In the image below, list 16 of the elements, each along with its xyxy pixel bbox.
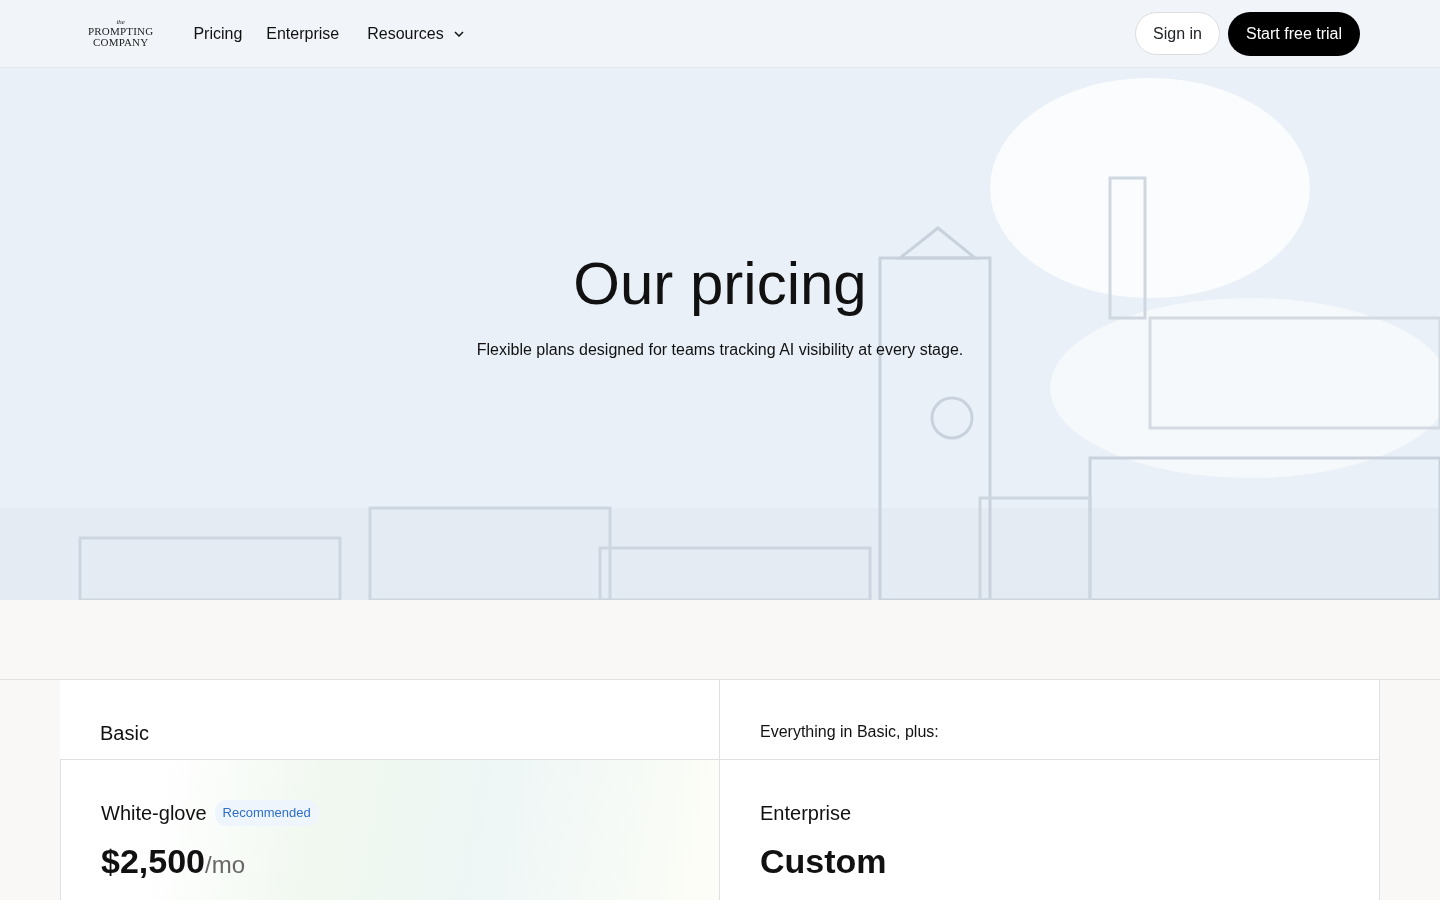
chevron-down-icon[interactable] — [453, 30, 464, 37]
nav-link[interactable]: Enterprise — [266, 21, 340, 46]
subtitle: Flexible plans designed for teams tracking AI visibility at every stage. — [476, 341, 964, 358]
plan-features-heading: Everything in Basic, plus: — [760, 722, 940, 742]
nav-link[interactable]: Pricing — [193, 21, 243, 46]
nav-link[interactable]: Resources — [367, 21, 444, 46]
price-period: /mo — [205, 851, 245, 880]
plan-price: Custom — [760, 841, 887, 882]
sign-in-button[interactable]: Sign in — [1135, 12, 1220, 55]
plan-price: $2,500 — [101, 841, 205, 882]
plan-name: Enterprise — [760, 801, 852, 826]
plan-name: White-glove — [101, 801, 207, 826]
plan-name: Basic — [100, 721, 149, 746]
recommended-tag: Recommended — [214, 800, 319, 826]
page-title: Our pricing — [572, 249, 868, 319]
trial-button[interactable]: Start free trial — [1227, 11, 1360, 56]
